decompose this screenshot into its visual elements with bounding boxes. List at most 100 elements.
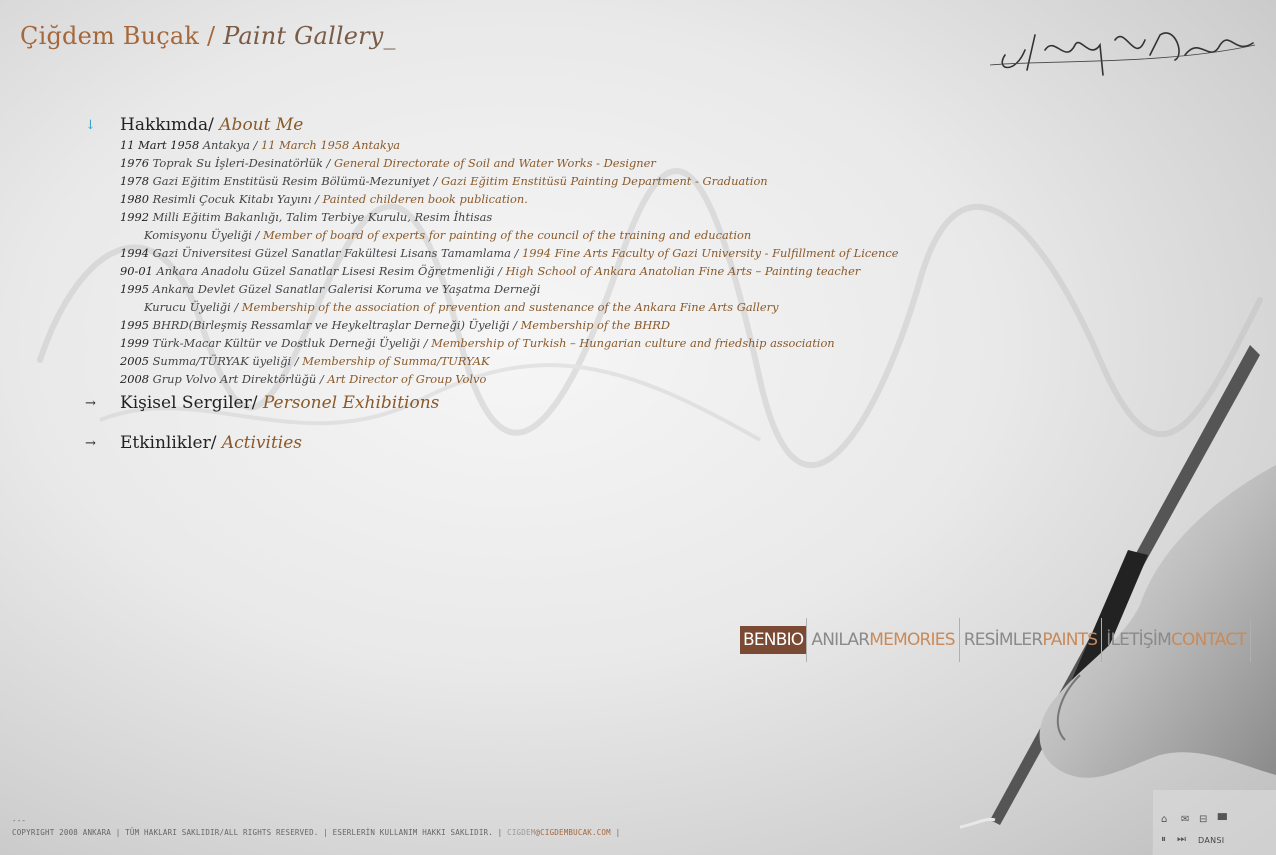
bio-text-en: Membership of the association of prevent… [241, 300, 779, 314]
minimize-icon[interactable]: ⊟ [1199, 814, 1207, 825]
nav-label-tr: İLETİŞİM [1106, 630, 1171, 650]
next-track-icon[interactable]: ⏭ [1177, 834, 1186, 845]
bio-text-en: Art Director of Group Volvo [327, 372, 487, 386]
equalizer-icon[interactable]: ▮▮▮ [1217, 812, 1228, 822]
section-about-tr: Hakkımda/ [120, 115, 220, 135]
bio-year: 1995 [120, 282, 149, 296]
nav-item-bio[interactable]: BEN BIO [740, 618, 808, 662]
bio-entry: Kurucu Üyeliği / Membership of the assoc… [120, 298, 898, 316]
bio-text-tr: Grup Volvo Art Direktörlüğü / [149, 372, 328, 386]
bio-year: 1978 [120, 174, 149, 188]
nav-label-tr: ANILAR [811, 630, 870, 650]
bio-text-tr: Kurucu Üyeliği / [144, 300, 242, 314]
bio-entry: 1994 Gazi Üniversitesi Güzel Sanatlar Fa… [120, 244, 898, 262]
main-navigation: BEN BIO ANILARMEMORIES RESİMLERPAINTS İLETİŞ… [740, 618, 1251, 662]
nav-item-contact[interactable]: İLETİŞİMCONTACT [1102, 618, 1251, 662]
bio-year: 1980 [120, 192, 149, 206]
bio-entry: 11 Mart 1958 Antakya / 11 March 1958 Ant… [120, 136, 898, 154]
bio-entry: 1980 Resimli Çocuk Kitabı Yayını / Paint… [120, 190, 898, 208]
bio-text-en: High School of Ankara Anatolian Fine Art… [505, 264, 861, 278]
section-activities-tr: Etkinlikler/ [120, 433, 222, 453]
section-about-en: About Me [219, 115, 304, 135]
nav-label-en: PAINTS [1042, 630, 1098, 650]
bio-entry: 1999 Türk-Macar Kültür ve Dostluk Derneğ… [120, 334, 898, 352]
email-prefix[interactable]: CIGDEM [507, 828, 535, 837]
nav-label-en: CONTACT [1170, 630, 1247, 650]
bio-year: 2005 [120, 354, 149, 368]
bio-text-tr: Resimli Çocuk Kitabı Yayını / [149, 192, 323, 206]
section-exhibitions-en: Personel Exhibitions [262, 393, 440, 413]
bio-text-en: Membership of Turkish – Hungarian cultur… [431, 336, 835, 350]
section-exhibitions-tr: Kişisel Sergiler/ [120, 393, 263, 413]
nav-label: BEN BIO [740, 626, 807, 654]
bio-text-tr: Komisyonu Üyeliği / [144, 228, 264, 242]
email-link[interactable]: @CIGDEMBUCAK.COM [535, 828, 610, 837]
bio-text-tr: Toprak Su İşleri-Desinatörlük / [149, 156, 334, 170]
nav-item-paints[interactable]: RESİMLERPAINTS [960, 618, 1103, 662]
bio-text-en: 11 March 1958 Antakya [260, 138, 400, 152]
pause-icon[interactable]: ⏸ [1161, 834, 1166, 845]
exhibitions-arrow-icon: → [85, 396, 96, 411]
nav-label-tr: BEN [743, 630, 777, 650]
bio-text-en: 1994 Fine Arts Faculty of Gazi Universit… [522, 246, 899, 260]
nav-label: İLETİŞİMCONTACT [1106, 630, 1247, 650]
footer-end-separator: | [610, 828, 621, 837]
nav-label-en: BIO [775, 630, 804, 650]
nav-label: RESİMLERPAINTS [964, 630, 1098, 650]
biography-list: 11 Mart 1958 Antakya / 11 March 1958 Ant… [120, 136, 898, 388]
bio-text-en: Painted childeren book publication. [322, 192, 528, 206]
bio-entry: 1978 Gazi Eğitim Enstitüsü Resim Bölümü-… [120, 172, 898, 190]
bio-text-en: Membership of the BHRD [520, 318, 671, 332]
bio-text-tr: Türk-Macar Kültür ve Dostluk Derneği Üye… [149, 336, 432, 350]
nav-label-tr: RESİMLER [963, 630, 1043, 650]
title-separator: / [199, 22, 224, 50]
section-personel-exhibitions[interactable]: Kişisel Sergiler/ Personel Exhibitions [120, 393, 439, 413]
music-player-widget: ⌂ ✉ ⊟ ▮▮▮ ⏸ ⏭ DANSI [1152, 790, 1276, 855]
bio-year: 1976 [120, 156, 149, 170]
footer-dash: --- [12, 816, 27, 825]
bio-text-tr: BHRD(Birleşmiş Ressamlar ve Heykeltraşla… [149, 318, 521, 332]
bio-entry: 1992 Milli Eğitim Bakanlığı, Talim Terbi… [120, 208, 898, 226]
site-title[interactable]: Çiğdem Buçak / Paint Gallery_ [20, 22, 396, 50]
bio-text-tr: Ankara Anadolu Güzel Sanatlar Lisesi Res… [152, 264, 506, 278]
bio-entry: 90-01 Ankara Anadolu Güzel Sanatlar Lise… [120, 262, 898, 280]
bio-text-en: Gazi Eğitim Enstitüsü Painting Departmen… [441, 174, 768, 188]
bio-year: 1999 [120, 336, 149, 350]
bio-entry: 2008 Grup Volvo Art Direktörlüğü / Art D… [120, 370, 898, 388]
bio-text-en: Member of board of experts for painting … [263, 228, 752, 242]
bio-year: 1995 [120, 318, 149, 332]
section-activities-en: Activities [221, 433, 303, 453]
bio-text-en: General Directorate of Soil and Water Wo… [334, 156, 656, 170]
section-about-me[interactable]: Hakkımda/ About Me [120, 115, 303, 135]
activities-arrow-icon: → [85, 436, 96, 451]
section-activities[interactable]: Etkinlikler/ Activities [120, 433, 302, 453]
artist-name: Çiğdem Buçak [20, 22, 200, 50]
bio-text-tr: Antakya / [199, 138, 261, 152]
about-expanded-arrow-icon: ↓ [85, 118, 96, 133]
mail-icon[interactable]: ✉ [1181, 814, 1189, 825]
bio-year: 90-01 [120, 264, 153, 278]
track-title: DANSI [1198, 836, 1225, 845]
bio-text-tr: Ankara Devlet Güzel Sanatlar Galerisi Ko… [149, 282, 541, 296]
signature-logo [989, 32, 1256, 76]
bio-text-tr: Summa/TÜRYAK üyeliği / [149, 354, 303, 368]
gallery-title: Paint Gallery_ [223, 22, 396, 50]
bio-year: 11 Mart 1958 [120, 138, 200, 152]
bio-entry: 1976 Toprak Su İşleri-Desinatörlük / Gen… [120, 154, 898, 172]
bio-entry: 2005 Summa/TÜRYAK üyeliği / Membership o… [120, 352, 898, 370]
hand-with-paintbrush-image [960, 345, 1276, 829]
bio-entry: 1995 BHRD(Birleşmiş Ressamlar ve Heykelt… [120, 316, 898, 334]
nav-label: ANILARMEMORIES [811, 630, 955, 650]
bio-text-tr: Milli Eğitim Bakanlığı, Talim Terbiye Ku… [149, 210, 493, 224]
nav-label-en: MEMORIES [869, 630, 955, 650]
footer: --- COPYRIGHT 2008 ANKARA | TÜM HAKLARI … [12, 816, 621, 837]
bio-text-tr: Gazi Üniversitesi Güzel Sanatlar Fakülte… [149, 246, 523, 260]
bio-year: 1994 [120, 246, 149, 260]
nav-item-memories[interactable]: ANILARMEMORIES [807, 618, 960, 662]
home-icon[interactable]: ⌂ [1161, 814, 1167, 825]
bio-text-en: Membership of Summa/TURYAK [302, 354, 490, 368]
copyright-text: COPYRIGHT 2008 ANKARA | TÜM HAKLARI SAKL… [12, 828, 508, 837]
bio-entry: 1995 Ankara Devlet Güzel Sanatlar Galeri… [120, 280, 898, 298]
bio-entry: Komisyonu Üyeliği / Member of board of e… [120, 226, 898, 244]
bio-year: 1992 [120, 210, 149, 224]
